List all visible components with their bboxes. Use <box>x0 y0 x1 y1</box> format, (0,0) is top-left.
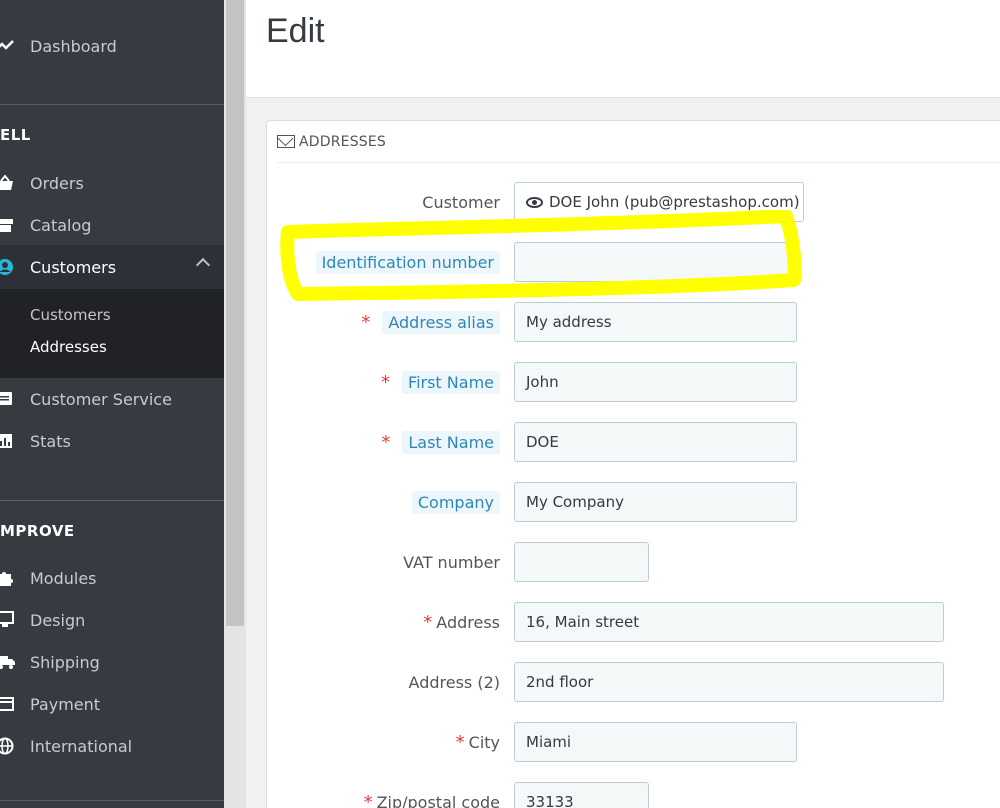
form-row-address2: Address (2) 2nd floor <box>266 662 1000 702</box>
address-label: * Address <box>423 602 500 642</box>
label-text: Last Name <box>402 430 500 454</box>
form-row-alias: * Address alias My address <box>266 302 1000 342</box>
company-label: Company <box>411 482 500 522</box>
form-row-vat: VAT number <box>266 542 1000 582</box>
chat-icon <box>0 389 18 409</box>
first-name-input[interactable]: John <box>514 362 797 402</box>
monitor-icon <box>0 610 18 630</box>
form-row-company: Company My Company <box>266 482 1000 522</box>
label-text: VAT number <box>403 552 500 572</box>
label-text: Customer <box>422 192 500 212</box>
sidebar-divider <box>0 104 224 105</box>
basket-icon <box>0 173 18 193</box>
customer-value: DOE John (pub@prestashop.com) <box>549 193 800 211</box>
address2-input[interactable]: 2nd floor <box>514 662 944 702</box>
label-text: First Name <box>402 370 500 394</box>
address-input[interactable]: 16, Main street <box>514 602 944 642</box>
panel-title: ADDRESSES <box>299 133 387 150</box>
required-mark: * <box>423 611 433 633</box>
bar-chart-icon <box>0 431 18 451</box>
sidebar-divider <box>0 500 224 501</box>
truck-icon <box>0 652 18 672</box>
zip-input[interactable]: 33133 <box>514 782 649 808</box>
sidebar-section-sell: ELL <box>0 126 31 144</box>
city-input[interactable]: Miami <box>514 722 797 762</box>
sidebar-item-customers[interactable]: Customers <box>0 246 224 288</box>
city-label: * City <box>456 722 500 762</box>
sidebar-item-dashboard[interactable]: Dashboard <box>0 25 224 67</box>
store-icon <box>0 215 18 235</box>
sidebar-section-improve: MPROVE <box>0 522 75 540</box>
sidebar-item-orders[interactable]: Orders <box>0 162 224 204</box>
company-input[interactable]: My Company <box>514 482 797 522</box>
required-mark: * <box>455 731 465 753</box>
sidebar-item-label: International <box>30 736 133 756</box>
puzzle-icon <box>0 568 18 588</box>
label-text: Address (2) <box>408 672 500 692</box>
trend-icon <box>0 36 18 56</box>
sidebar-item-label: Customer Service <box>30 389 172 409</box>
address2-label: Address (2) <box>409 662 500 702</box>
required-mark: * <box>381 431 391 453</box>
page-title: Edit <box>266 12 325 50</box>
page-header: Edit <box>246 0 1000 98</box>
sidebar-item-payment[interactable]: Payment <box>0 683 224 725</box>
sidebar-item-modules[interactable]: Modules <box>0 557 224 599</box>
label-text: Address <box>436 612 500 632</box>
lastname-label: * Last Name <box>381 422 500 462</box>
sidebar-subitem-addresses[interactable]: Addresses <box>30 338 107 356</box>
sidebar-divider <box>0 800 224 801</box>
sidebar-item-customer-service[interactable]: Customer Service <box>0 378 224 420</box>
form-row-firstname: * First Name John <box>266 362 1000 402</box>
sidebar-item-label: Payment <box>30 694 101 714</box>
required-mark: * <box>361 311 371 333</box>
sidebar-scrollbar[interactable] <box>224 0 246 808</box>
globe-icon <box>0 736 18 756</box>
user-circle-icon <box>0 257 18 277</box>
sidebar-item-label: Dashboard <box>30 36 117 56</box>
sidebar-item-label: Shipping <box>30 652 100 672</box>
form-row-zip: * Zip/postal code 33133 <box>266 782 1000 808</box>
panel-heading: ADDRESSES <box>277 121 1000 163</box>
sidebar-item-stats[interactable]: Stats <box>0 420 224 462</box>
highlight-stroke <box>280 210 802 301</box>
form-row-address: * Address 16, Main street <box>266 602 1000 642</box>
alias-label: * Address alias <box>361 302 500 342</box>
scrollbar-thumb[interactable] <box>226 0 244 626</box>
label-text: Zip/postal code <box>376 792 500 808</box>
vat-label: VAT number <box>403 542 500 582</box>
sidebar-item-catalog[interactable]: Catalog <box>0 204 224 246</box>
label-text: Address alias <box>382 310 500 334</box>
sidebar: Dashboard ELL Orders Catalog Customers C… <box>0 0 224 808</box>
sidebar-item-shipping[interactable]: Shipping <box>0 641 224 683</box>
zip-label: * Zip/postal code <box>364 782 500 808</box>
firstname-label: * First Name <box>381 362 500 402</box>
sidebar-item-design[interactable]: Design <box>0 599 224 641</box>
vat-number-input[interactable] <box>514 542 649 582</box>
required-mark: * <box>381 371 391 393</box>
address-alias-input[interactable]: My address <box>514 302 797 342</box>
sidebar-item-label: Stats <box>30 431 71 451</box>
sidebar-subitem-customers[interactable]: Customers <box>30 306 111 324</box>
credit-card-icon <box>0 694 18 714</box>
sidebar-item-label: Design <box>30 610 86 630</box>
sidebar-item-label: Customers <box>30 257 117 277</box>
sidebar-item-international[interactable]: International <box>0 725 224 767</box>
eye-icon <box>526 196 543 208</box>
envelope-icon <box>277 135 295 148</box>
last-name-input[interactable]: DOE <box>514 422 797 462</box>
sidebar-item-label: Orders <box>30 173 84 193</box>
form-row-lastname: * Last Name DOE <box>266 422 1000 462</box>
required-mark: * <box>363 791 373 808</box>
label-text: City <box>468 732 500 752</box>
sidebar-item-label: Catalog <box>30 215 92 235</box>
highlight-annotation <box>280 210 802 301</box>
sidebar-item-label: Modules <box>30 568 97 588</box>
label-text: Company <box>411 490 500 514</box>
form-row-city: * City Miami <box>266 722 1000 762</box>
